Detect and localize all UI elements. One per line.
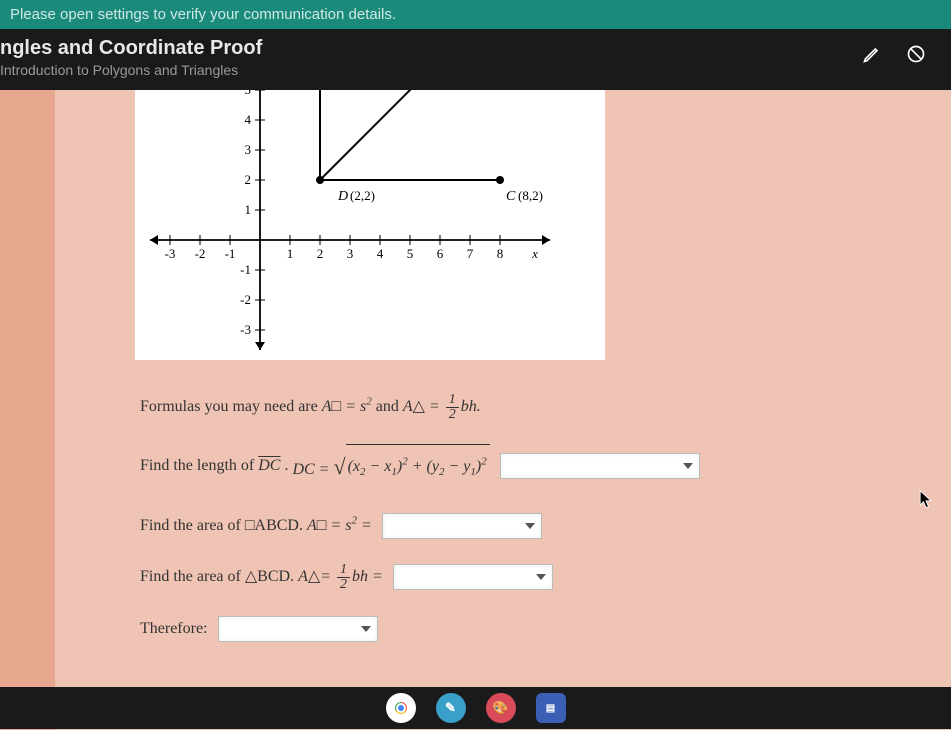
chrome-icon[interactable]	[386, 693, 416, 723]
pen-icon[interactable]	[861, 43, 883, 65]
svg-text:1: 1	[245, 202, 252, 217]
area-square-formula: A□ = s2 =	[307, 505, 372, 547]
svg-text:5: 5	[245, 90, 252, 97]
svg-text:6: 6	[437, 246, 444, 261]
q1-text-b: .	[284, 445, 288, 487]
answer-select-therefore[interactable]	[218, 616, 378, 642]
svg-text:-2: -2	[240, 292, 251, 307]
content-area: -3-2-1 12345678 x 123456 -1-2-3	[0, 90, 951, 730]
question-3: Find the area of △BCD. A△= 12bh =	[140, 556, 911, 598]
chevron-down-icon	[361, 626, 371, 632]
cursor-icon	[919, 490, 933, 510]
page-title: ngles and Coordinate Proof	[0, 37, 262, 60]
answer-select-triangle[interactable]	[393, 564, 553, 590]
question-block: Formulas you may need are A□ = s2 and A△…	[95, 386, 911, 650]
edu-app-icon[interactable]: ✎	[436, 693, 466, 723]
formulas-intro: Formulas you may need are	[140, 386, 318, 428]
svg-text:-2: -2	[195, 246, 206, 261]
q4-text: Therefore:	[140, 608, 208, 650]
chevron-down-icon	[683, 463, 693, 469]
svg-text:5: 5	[407, 246, 414, 261]
palette-icon[interactable]: 🎨	[486, 693, 516, 723]
svg-text:2: 2	[317, 246, 324, 261]
chevron-down-icon	[536, 574, 546, 580]
svg-text:D: D	[337, 189, 348, 204]
answer-select-dc[interactable]	[500, 453, 700, 479]
answer-select-square[interactable]	[382, 513, 542, 539]
svg-text:3: 3	[347, 246, 354, 261]
svg-text:4: 4	[377, 246, 384, 261]
banner-text: Please open settings to verify your comm…	[10, 6, 396, 23]
segment-dc: DC	[258, 445, 280, 487]
svg-text:8: 8	[497, 246, 504, 261]
svg-text:2: 2	[245, 172, 252, 187]
question-1: Find the length of DC . DC = √(x2 − x1)2…	[140, 438, 911, 495]
chevron-down-icon	[525, 523, 535, 529]
taskbar: ✎ 🎨 ▤	[0, 687, 951, 729]
svg-text:-3: -3	[240, 322, 251, 337]
formula-square: A□ = s2	[322, 386, 372, 428]
settings-banner[interactable]: Please open settings to verify your comm…	[0, 0, 951, 29]
formulas-row: Formulas you may need are A□ = s2 and A△…	[140, 386, 911, 428]
svg-text:7: 7	[467, 246, 474, 261]
main-content: -3-2-1 12345678 x 123456 -1-2-3	[55, 90, 951, 730]
formula-triangle: A△ = 12bh.	[403, 386, 481, 428]
svg-text:-3: -3	[165, 246, 176, 261]
block-icon[interactable]	[905, 43, 927, 65]
docs-icon[interactable]: ▤	[536, 693, 566, 723]
coordinate-graph: -3-2-1 12345678 x 123456 -1-2-3	[135, 90, 605, 360]
page-subtitle: Introduction to Polygons and Triangles	[0, 62, 262, 78]
q3-text: Find the area of △BCD.	[140, 556, 294, 598]
distance-formula: DC = √(x2 − x1)2 + (y2 − y1)2	[292, 438, 489, 495]
formulas-mid: and	[376, 386, 399, 428]
svg-text:4: 4	[245, 112, 252, 127]
q1-text-a: Find the length of	[140, 445, 254, 487]
svg-text:x: x	[531, 246, 538, 261]
svg-text:(2,2): (2,2)	[350, 188, 375, 203]
svg-text:C: C	[506, 189, 516, 204]
svg-text:(8,2): (8,2)	[518, 188, 543, 203]
question-2: Find the area of □ABCD. A□ = s2 =	[140, 505, 911, 547]
question-4: Therefore:	[140, 608, 911, 650]
page-header: ngles and Coordinate Proof Introduction …	[0, 29, 951, 90]
svg-text:3: 3	[245, 142, 252, 157]
svg-text:-1: -1	[225, 246, 236, 261]
area-triangle-formula: A△= 12bh =	[298, 556, 383, 598]
q2-text: Find the area of □ABCD.	[140, 505, 303, 547]
side-strip	[0, 90, 55, 730]
svg-text:1: 1	[287, 246, 294, 261]
svg-text:-1: -1	[240, 262, 251, 277]
